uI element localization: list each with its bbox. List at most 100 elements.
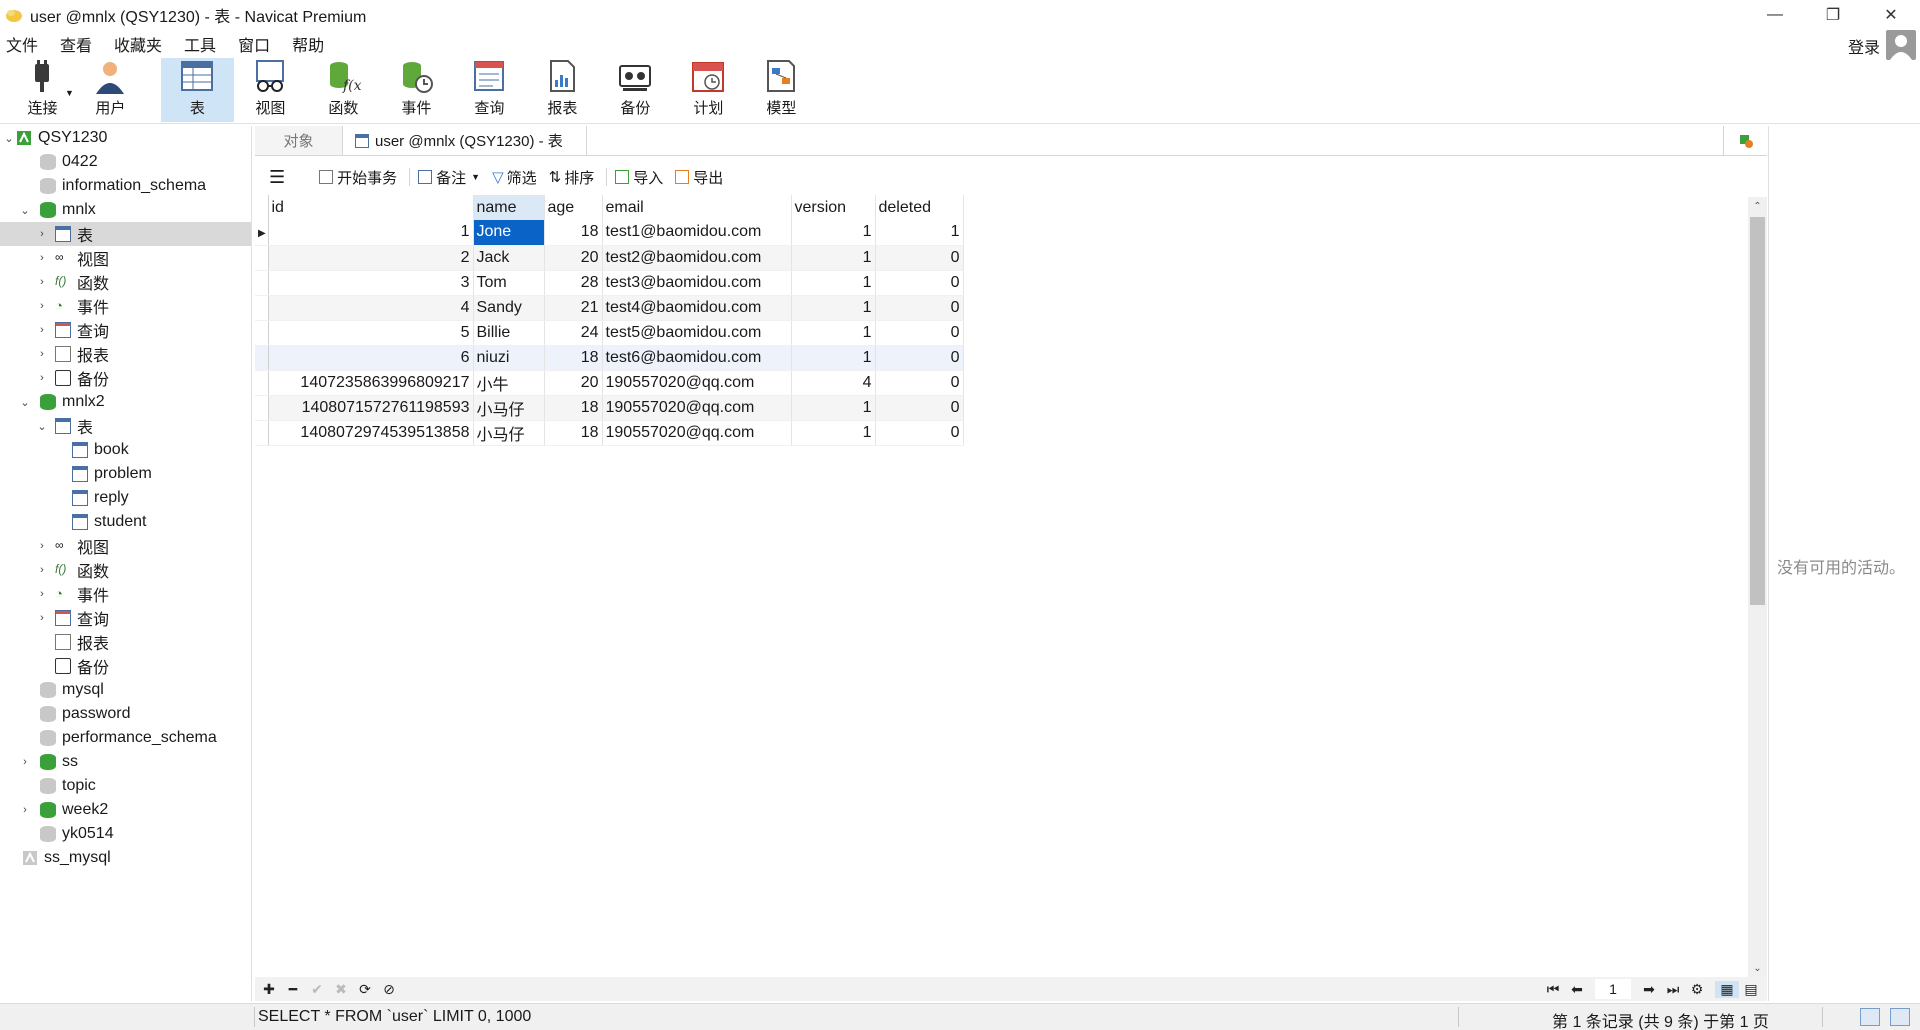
- delete-record-icon[interactable]: ━: [281, 981, 305, 998]
- gear-icon[interactable]: ⚙: [1685, 981, 1709, 998]
- cell-age[interactable]: 18: [544, 220, 603, 246]
- cell-id[interactable]: 6: [268, 345, 474, 371]
- cell-age[interactable]: 20: [544, 370, 603, 396]
- row-selector[interactable]: [255, 370, 269, 396]
- cell-email[interactable]: test4@baomidou.com: [602, 295, 792, 321]
- cell-deleted[interactable]: 0: [875, 295, 964, 321]
- tree-db-topic[interactable]: topic: [0, 774, 251, 798]
- chevron-down-icon[interactable]: ⌄: [18, 198, 32, 222]
- row-selector[interactable]: [255, 420, 269, 446]
- tree-db-password[interactable]: password: [0, 702, 251, 726]
- export-button[interactable]: 导出: [675, 167, 723, 188]
- add-record-icon[interactable]: ✚: [257, 981, 281, 998]
- cell-version[interactable]: 1: [791, 295, 876, 321]
- hamburger-menu-icon[interactable]: ☰: [269, 167, 285, 188]
- row-selector-icon[interactable]: ▶: [255, 220, 269, 246]
- tree-mnlx-tables[interactable]: › 表: [0, 222, 251, 246]
- model-button[interactable]: 模型: [745, 58, 818, 122]
- event-button[interactable]: 事件: [380, 58, 453, 122]
- column-header-deleted[interactable]: deleted: [875, 195, 964, 220]
- cell-id[interactable]: 3: [268, 270, 474, 296]
- report-button[interactable]: 报表: [526, 58, 599, 122]
- note-button[interactable]: 备注 ▼: [418, 167, 480, 188]
- row-selector[interactable]: [255, 245, 269, 271]
- cell-id[interactable]: 5: [268, 320, 474, 346]
- tree-mnlx-backups[interactable]: › 备份: [0, 366, 251, 390]
- tree-mnlx2-events[interactable]: › ◔ 事件: [0, 582, 251, 606]
- toggle-right-panel-icon[interactable]: [1890, 1008, 1910, 1026]
- cell-age[interactable]: 18: [544, 395, 603, 421]
- cell-id[interactable]: 1407235863996809217: [268, 370, 474, 396]
- tree-mnlx2-functions[interactable]: › f() 函数: [0, 558, 251, 582]
- tree-mnlx-reports[interactable]: › 报表: [0, 342, 251, 366]
- query-button[interactable]: 查询: [453, 58, 526, 122]
- cell-email[interactable]: test6@baomidou.com: [602, 345, 792, 371]
- function-button[interactable]: f(x) 函数: [307, 58, 380, 122]
- row-selector[interactable]: [255, 345, 269, 371]
- tree-connection-ss-mysql[interactable]: ss_mysql: [0, 846, 251, 870]
- tree-db-yk0514[interactable]: yk0514: [0, 822, 251, 846]
- chevron-right-icon[interactable]: ›: [35, 294, 49, 318]
- begin-transaction-button[interactable]: 开始事务: [319, 167, 397, 188]
- cell-email[interactable]: 190557020@qq.com: [602, 370, 792, 396]
- cell-deleted[interactable]: 0: [875, 395, 964, 421]
- page-number-input[interactable]: 1: [1595, 979, 1631, 999]
- column-header-age[interactable]: age: [544, 195, 603, 220]
- menu-favorites[interactable]: 收藏夹: [107, 32, 177, 56]
- tree-db-mnlx[interactable]: ⌄ mnlx: [0, 198, 251, 222]
- table-row[interactable]: 1407235863996809217 小牛 20 190557020@qq.c…: [255, 370, 964, 396]
- cell-id[interactable]: 4: [268, 295, 474, 321]
- cell-age[interactable]: 28: [544, 270, 603, 296]
- cell-name[interactable]: niuzi: [473, 345, 545, 371]
- cell-deleted[interactable]: 0: [875, 420, 964, 446]
- chevron-right-icon[interactable]: ›: [35, 318, 49, 342]
- grid-vertical-scrollbar[interactable]: ⌃ ⌄: [1748, 197, 1767, 977]
- chevron-right-icon[interactable]: ›: [35, 246, 49, 270]
- chevron-down-icon[interactable]: ⌄: [35, 414, 49, 438]
- tree-db-ss[interactable]: › ss: [0, 750, 251, 774]
- tree-table-student[interactable]: student: [0, 510, 251, 534]
- menu-view[interactable]: 查看: [53, 32, 107, 56]
- cell-version[interactable]: 1: [791, 420, 876, 446]
- cell-age[interactable]: 24: [544, 320, 603, 346]
- cell-id[interactable]: 1408072974539513858: [268, 420, 474, 446]
- user-button[interactable]: 用户: [74, 58, 147, 122]
- form-view-icon[interactable]: ▤: [1739, 981, 1763, 998]
- chevron-right-icon[interactable]: ›: [18, 798, 32, 822]
- cell-deleted[interactable]: 0: [875, 345, 964, 371]
- cell-version[interactable]: 1: [791, 345, 876, 371]
- cell-version[interactable]: 1: [791, 220, 876, 246]
- cell-version[interactable]: 1: [791, 395, 876, 421]
- table-row[interactable]: 1408072974539513858 小马仔 18 190557020@qq.…: [255, 420, 964, 446]
- table-row[interactable]: 6 niuzi 18 test6@baomidou.com 1 0: [255, 345, 964, 371]
- grid-view-icon[interactable]: ▦: [1715, 980, 1739, 998]
- table-row[interactable]: 1408071572761198593 小马仔 18 190557020@qq.…: [255, 395, 964, 421]
- menu-file[interactable]: 文件: [0, 32, 53, 56]
- scroll-down-icon[interactable]: ⌄: [1748, 959, 1767, 977]
- tree-mnlx-views[interactable]: › ∞ 视图: [0, 246, 251, 270]
- chevron-down-icon[interactable]: ⌄: [18, 390, 32, 414]
- filter-button[interactable]: ▽ 筛选: [492, 167, 537, 188]
- backup-button[interactable]: 备份: [599, 58, 672, 122]
- discard-changes-icon[interactable]: ✖: [329, 981, 353, 998]
- cell-email[interactable]: 190557020@qq.com: [602, 395, 792, 421]
- tree-mnlx2-tables[interactable]: ⌄ 表: [0, 414, 251, 438]
- scrollbar-thumb[interactable]: [1750, 217, 1765, 605]
- toggle-left-panel-icon[interactable]: [1860, 1008, 1880, 1026]
- cell-id[interactable]: 2: [268, 245, 474, 271]
- schedule-button[interactable]: 计划: [672, 58, 745, 122]
- chevron-right-icon[interactable]: ›: [35, 606, 49, 630]
- column-header-id[interactable]: id: [268, 195, 474, 220]
- tree-db-week2[interactable]: › week2: [0, 798, 251, 822]
- table-row[interactable]: 2 Jack 20 test2@baomidou.com 1 0: [255, 245, 964, 271]
- chevron-right-icon[interactable]: ›: [35, 342, 49, 366]
- tree-table-reply[interactable]: reply: [0, 486, 251, 510]
- cell-name[interactable]: 小马仔: [473, 420, 545, 446]
- sort-button[interactable]: ⇅ 排序: [549, 167, 595, 188]
- row-selector[interactable]: [255, 270, 269, 296]
- tree-mnlx-events[interactable]: › ◔ 事件: [0, 294, 251, 318]
- table-row[interactable]: 3 Tom 28 test3@baomidou.com 1 0: [255, 270, 964, 296]
- column-header-email[interactable]: email: [602, 195, 792, 220]
- cell-age[interactable]: 21: [544, 295, 603, 321]
- cell-age[interactable]: 18: [544, 420, 603, 446]
